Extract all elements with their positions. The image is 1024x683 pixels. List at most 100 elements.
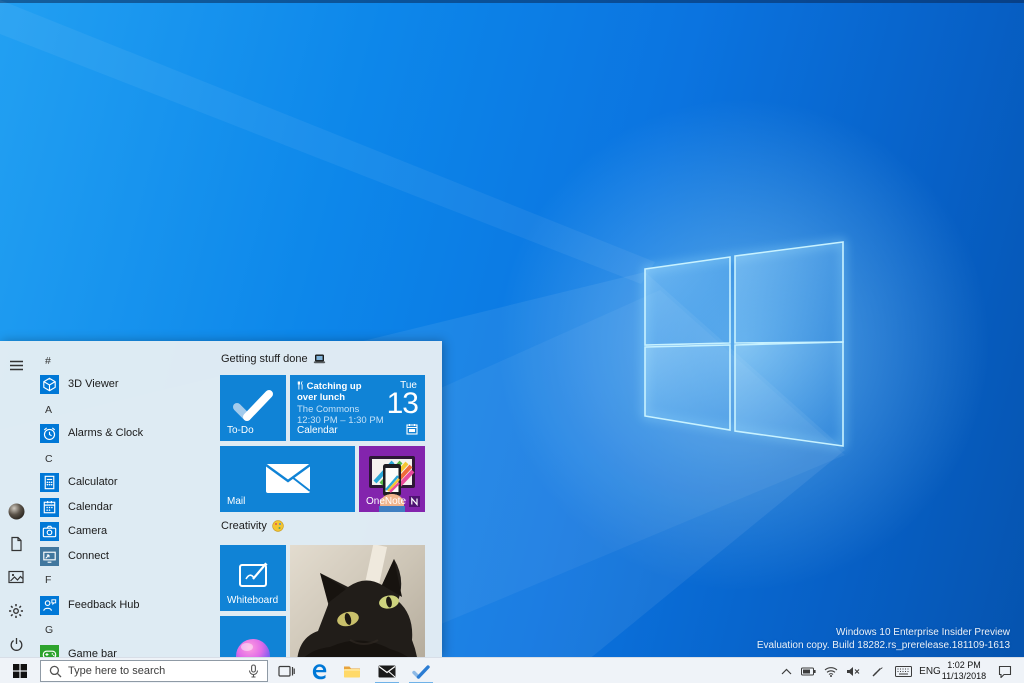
tile-calendar[interactable]: Catching up over lunch The Commons 12:30… <box>290 375 425 441</box>
app-item-connect[interactable]: Connect <box>40 546 212 566</box>
cortana-mic-icon[interactable] <box>248 664 259 678</box>
calendar-mini-icon <box>406 424 418 435</box>
tile-to-do[interactable]: To-Do <box>220 375 286 441</box>
onenote-logo-icon <box>409 496 420 507</box>
calendar-icon <box>40 497 59 517</box>
battery-status[interactable] <box>798 658 818 683</box>
app-label: Alarms & Clock <box>68 427 144 439</box>
connect-icon <box>40 546 59 566</box>
rail-pictures-icon[interactable] <box>5 566 27 588</box>
hidden-icons-chevron[interactable] <box>776 658 796 683</box>
battery-icon <box>800 667 816 675</box>
windows-start-icon <box>13 664 27 678</box>
group-title-text: Getting stuff done <box>221 353 308 365</box>
app-item-game-bar[interactable]: Game bar <box>40 644 212 657</box>
app-section-G[interactable]: G <box>45 624 53 636</box>
tile-photos-cat[interactable] <box>290 545 425 657</box>
calendar-event-title: Catching up over lunch <box>297 381 379 403</box>
calendar-event-location: The Commons <box>297 404 360 415</box>
mail-button[interactable] <box>372 658 402 683</box>
app-section-#[interactable]: # <box>45 355 51 367</box>
tile-mail[interactable]: Mail <box>220 446 355 512</box>
taskbar-clock[interactable]: 1:02 PM 11/13/2018 <box>936 660 992 682</box>
search-icon <box>49 665 62 677</box>
app-item-calculator[interactable]: Calculator <box>40 472 212 492</box>
tile-group-title-getting-stuff-done: Getting stuff done <box>221 352 326 366</box>
app-item-feedback-hub[interactable]: Feedback Hub <box>40 595 212 615</box>
event-title-text: Catching up over lunch <box>297 381 362 403</box>
action-center-icon <box>998 665 1012 678</box>
app-label: 3D Viewer <box>68 378 119 390</box>
app-item-alarms-clock[interactable]: Alarms & Clock <box>40 423 212 443</box>
rail-hamburger-menu-icon[interactable] <box>5 354 27 376</box>
file-explorer-icon <box>344 666 360 677</box>
task-view-icon <box>277 665 295 677</box>
action-center-button[interactable] <box>992 658 1018 683</box>
app-label: Connect <box>68 550 109 562</box>
laptop-emoji <box>313 354 325 363</box>
app-section-F[interactable]: F <box>45 574 51 586</box>
3d-viewer-icon <box>40 374 59 394</box>
mail-icon <box>378 665 396 677</box>
tile-whiteboard[interactable]: Whiteboard <box>220 545 286 611</box>
rail-power-icon[interactable] <box>5 633 27 655</box>
app-label: Calculator <box>68 476 118 488</box>
edge-icon <box>312 663 326 679</box>
clock-date: 11/13/2018 <box>941 671 987 681</box>
tile-label: Calendar <box>297 425 338 436</box>
rail-settings-icon[interactable] <box>5 600 27 622</box>
keyboard-icon <box>894 665 912 677</box>
app-label: Calendar <box>68 501 113 513</box>
utensils-emoji <box>297 381 303 390</box>
task-view-button[interactable] <box>272 658 300 683</box>
rail-documents-icon[interactable] <box>5 533 27 555</box>
app-section-A[interactable]: A <box>45 404 52 416</box>
to-do-button[interactable] <box>406 658 436 683</box>
taskbar: ENG 1:02 PM 11/13/2018 <box>0 657 1024 683</box>
taskbar-search[interactable] <box>40 660 268 682</box>
cat-photo <box>290 545 425 657</box>
app-item-calendar[interactable]: Calendar <box>40 497 212 517</box>
tile-label: Mail <box>227 496 246 507</box>
rail-user-avatar-icon[interactable] <box>5 500 27 522</box>
to-do-check-icon <box>412 664 430 679</box>
tile-label: To-Do <box>227 425 254 436</box>
tile-group-title-creativity: Creativity <box>221 519 284 533</box>
volume-muted-icon <box>847 666 860 676</box>
search-input[interactable] <box>68 665 240 677</box>
chevron-up-icon <box>781 668 791 674</box>
desktop: Windows 10 Enterprise Insider Preview Ev… <box>0 0 1024 683</box>
app-item-camera[interactable]: Camera <box>40 521 212 541</box>
tile-paint3d[interactable] <box>220 616 286 657</box>
build-watermark: Windows 10 Enterprise Insider Preview Ev… <box>757 626 1010 652</box>
alarms-clock-icon <box>40 423 59 443</box>
network-status[interactable] <box>821 658 841 683</box>
game-bar-icon <box>40 644 59 657</box>
pen-icon <box>872 666 882 676</box>
clock-time: 1:02 PM <box>947 660 981 670</box>
group-title-text: Creativity <box>221 520 267 532</box>
volume-status[interactable] <box>843 658 863 683</box>
camera-icon <box>40 521 59 541</box>
file-explorer-button[interactable] <box>337 658 367 683</box>
app-label: Game bar <box>68 648 117 657</box>
tile-onenote[interactable]: OneNote <box>359 446 425 512</box>
gradient-sphere-icon <box>236 639 270 657</box>
windows-ink-workspace[interactable] <box>866 658 888 683</box>
calendar-day-number: 13 <box>386 387 419 420</box>
wifi-icon <box>824 666 838 677</box>
app-item-3d-viewer[interactable]: 3D Viewer <box>40 374 212 394</box>
app-label: Feedback Hub <box>68 599 140 611</box>
calculator-icon <box>40 472 59 492</box>
app-section-C[interactable]: C <box>45 453 53 465</box>
app-label: Camera <box>68 525 108 537</box>
tile-label: OneNote <box>366 496 407 507</box>
build-watermark-line2: Evaluation copy. Build 18282.rs_prerelea… <box>756 640 1010 651</box>
build-watermark-line1: Windows 10 Enterprise Insider Preview <box>836 627 1010 638</box>
start-button[interactable] <box>0 658 40 683</box>
edge-button[interactable] <box>304 658 334 683</box>
feedback-hub-icon <box>40 595 59 615</box>
tile-label: Whiteboard <box>227 595 279 606</box>
touch-keyboard[interactable] <box>891 658 915 683</box>
start-menu: #3D Viewer A Alarms & Clock C Calculator Cale… <box>0 341 442 657</box>
